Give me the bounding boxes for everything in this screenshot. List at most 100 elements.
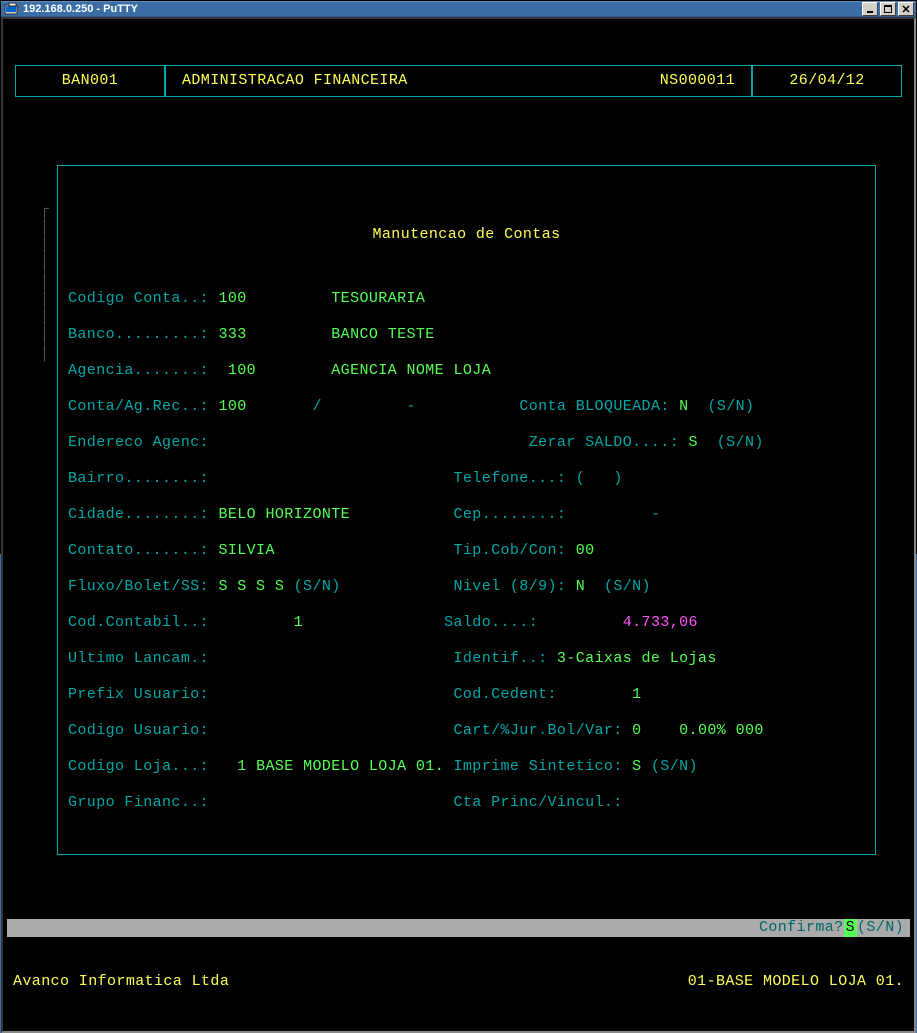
row-prefix: Prefix Usuario: Cod.Cedent: 1 [68,686,865,704]
cart-v3[interactable]: 000 [736,722,764,739]
conta-bloq-value[interactable]: N [679,398,688,415]
cep-label: Cep........: [453,506,566,523]
codcedent-value[interactable]: 1 [632,686,641,703]
imprime-value[interactable]: S [632,758,641,775]
codloja-label: Codigo Loja...: [68,758,209,775]
row-agencia: Agencia.......: 100 AGENCIA NOME LOJA [68,362,865,380]
zerar-sn: (S/N) [717,434,764,451]
conta-ag-value[interactable]: 100 [218,398,246,415]
banco-desc: BANCO TESTE [331,326,434,343]
header-code: BAN001 [15,65,165,97]
identif-value[interactable]: 3-Caixas de Lojas [557,650,717,667]
row-grupo: Grupo Financ..: Cta Princ/Vincul.: [68,794,865,812]
conta-bloq-label: Conta BLOQUEADA: [519,398,669,415]
maximize-button[interactable] [880,2,896,16]
row-fluxo: Fluxo/Bolet/SS: S S S S (S/N) Nivel (8/9… [68,578,865,596]
agencia-value[interactable]: 100 [218,362,256,379]
status-line-confirm: Confirma? S (S/N) [7,919,910,937]
telefone-label: Telefone...: [453,470,566,487]
zerar-value[interactable]: S [689,434,698,451]
form-panel: Manutencao de Contas Codigo Conta..: 100… [57,165,876,855]
conta-ag-label: Conta/Ag.Rec..: [68,398,209,415]
header-title: ADMINISTRACAO FINANCEIRA [182,72,408,90]
cidade-label: Cidade........: [68,506,209,523]
codcontabil-value[interactable]: 1 [294,614,303,631]
row-codcontabil: Cod.Contabil..: 1 Saldo....: 4.733,06 [68,614,865,632]
nivel-value[interactable]: N [576,578,585,595]
codigo-conta-value[interactable]: 100 [218,290,246,307]
cart-v1[interactable]: 0 [632,722,641,739]
endereco-label: Endereco Agenc: [68,434,209,451]
close-button[interactable] [898,2,914,16]
row-contato: Contato.......: SILVIA Tip.Cob/Con: 00 [68,542,865,560]
header-title-box: ADMINISTRACAO FINANCEIRA NS000011 [165,65,752,97]
contato-label: Contato.......: [68,542,209,559]
zerar-label: Zerar SALDO....: [529,434,679,451]
base-name: 01-BASE MODELO LOJA 01. [688,973,904,991]
nivel-sn: (S/N) [604,578,651,595]
row-bairro: Bairro........: Telefone...: ( ) [68,470,865,488]
row-endereco: Endereco Agenc: Zerar SALDO....: S (S/N) [68,434,865,452]
header-ns: NS000011 [660,72,735,90]
confirm-input[interactable]: S [844,919,857,937]
saldo-label: Saldo....: [444,614,538,631]
prefix-label: Prefix Usuario: [68,686,209,703]
row-ultimo: Ultimo Lancam.: Identif..: 3-Caixas de L… [68,650,865,668]
ctaprinc-label: Cta Princ/Vincul.: [453,794,622,811]
agencia-label: Agencia.......: [68,362,209,379]
header-boxes: BAN001 ADMINISTRACAO FINANCEIRANS000011 … [7,65,910,97]
conta-bloq-sn: (S/N) [707,398,754,415]
saldo-value: 4.733,06 [623,614,698,631]
row-banco: Banco.........: 333 BANCO TESTE [68,326,865,344]
row-codigo-conta: Codigo Conta..: 100 TESOURARIA [68,290,865,308]
tipcob-label: Tip.Cob/Con: [454,542,567,559]
company-name: Avanco Informatica Ltda [13,973,229,991]
confirm-sn: (S/N) [857,919,904,937]
row-codusr: Codigo Usuario: Cart/%Jur.Bol/Var: 0 0.0… [68,722,865,740]
bairro-label: Bairro........: [68,470,209,487]
fluxo-sn: (S/N) [294,578,341,595]
imprime-label: Imprime Sintetico: [454,758,623,775]
telefone-value[interactable]: ( ) [576,470,623,487]
status-line-footer: Avanco Informatica Ltda 01-BASE MODELO LO… [7,973,910,991]
cart-label: Cart/%Jur.Bol/Var: [453,722,622,739]
contato-value[interactable]: SILVIA [218,542,274,559]
terminal[interactable]: BAN001 ADMINISTRACAO FINANCEIRANS000011 … [1,17,916,1033]
nivel-label: Nivel (8/9): [454,578,567,595]
identif-label: Identif..: [453,650,547,667]
fluxo-label: Fluxo/Bolet/SS: [68,578,209,595]
confirm-label: Confirma? [759,919,844,937]
agencia-desc: AGENCIA NOME LOJA [331,362,491,379]
tipcob-value[interactable]: 00 [576,542,595,559]
row-codloja: Codigo Loja...: 1 BASE MODELO LOJA 01. I… [68,758,865,776]
banco-label: Banco.........: [68,326,209,343]
banco-value[interactable]: 333 [218,326,246,343]
titlebar[interactable]: 192.168.0.250 - PuTTY [1,1,916,17]
grupo-label: Grupo Financ..: [68,794,209,811]
imprime-sn: (S/N) [651,758,698,775]
cep-dash: - [651,506,660,523]
cart-v2[interactable]: 0.00% [679,722,726,739]
conta-ag-sep: / [312,398,321,415]
codloja-desc: BASE MODELO LOJA 01. [256,758,444,775]
window-title: 192.168.0.250 - PuTTY [23,3,862,15]
codigo-conta-label: Codigo Conta..: [68,290,209,307]
putty-icon [3,1,19,17]
cidade-value[interactable]: BELO HORIZONTE [218,506,350,523]
row-cidade: Cidade........: BELO HORIZONTE Cep......… [68,506,865,524]
fluxo-value[interactable]: S S S S [218,578,284,595]
codcontabil-label: Cod.Contabil..: [68,614,209,631]
codcedent-label: Cod.Cedent: [453,686,556,703]
minimize-button[interactable] [862,2,878,16]
panel-left-ticks [40,201,49,363]
codloja-value[interactable]: 1 [237,758,246,775]
window-buttons [862,2,914,16]
putty-window: 192.168.0.250 - PuTTY BAN001 ADMINISTRAC… [0,0,917,554]
row-conta-ag: Conta/Ag.Rec..: 100 / - Conta BLOQUEADA:… [68,398,865,416]
codigo-conta-desc: TESOURARIA [331,290,425,307]
panel-title: Manutencao de Contas [68,226,865,244]
conta-ag-dash: - [407,398,416,415]
ultimo-label: Ultimo Lancam.: [68,650,209,667]
codusr-label: Codigo Usuario: [68,722,209,739]
header-date: 26/04/12 [752,65,902,97]
